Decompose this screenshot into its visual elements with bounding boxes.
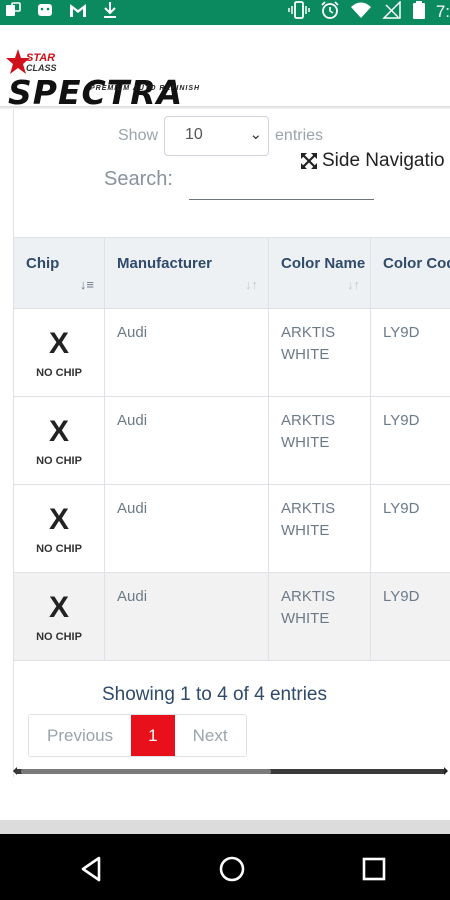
back-icon[interactable] <box>77 854 107 884</box>
footer-divider <box>0 820 450 834</box>
logo-header: STAR CLASS SPECTRA <box>0 25 450 111</box>
column-header-color-code[interactable]: Color Code ↓↑ <box>370 237 450 309</box>
column-header-chip[interactable]: Chip ↓≡ <box>13 237 105 309</box>
chevron-down-icon: ⌄ <box>249 126 263 143</box>
show-label: Show <box>118 127 159 144</box>
download-icon <box>102 1 118 24</box>
manufacturer-cell: Audi <box>104 572 269 661</box>
wifi-icon <box>350 1 372 24</box>
color-code-cell: LY9D <box>370 572 450 661</box>
color-table-wrapper: Chip ↓≡ Manufacturer ↓↑ Color Name ↓↑ Co… <box>13 237 450 662</box>
status-bar: 7: <box>0 0 450 25</box>
table-row[interactable]: X NO CHIP Audi ARKTIS WHITE LY9D <box>13 396 450 485</box>
chip-status: NO CHIP <box>36 543 82 555</box>
no-chip-icon: X <box>48 327 69 360</box>
color-name-cell: ARKTIS WHITE <box>268 484 371 573</box>
chip-status: NO CHIP <box>36 631 82 643</box>
column-header-manufacturer[interactable]: Manufacturer ↓↑ <box>104 237 269 309</box>
page-button-1[interactable]: 1 <box>131 715 175 756</box>
next-button[interactable]: Next <box>174 715 246 756</box>
brand-tagline: PREMIUM AUTO REFINISH <box>90 85 201 92</box>
pagination: Previous 1 Next <box>28 714 247 757</box>
chip-cell: X NO CHIP <box>13 484 105 573</box>
robot-icon <box>36 1 54 24</box>
no-chip-icon: X <box>48 591 69 624</box>
color-name-cell: ARKTIS WHITE <box>268 308 371 397</box>
scrollbar-thumb[interactable] <box>21 769 271 774</box>
alarm-icon <box>320 0 340 25</box>
entries-label: entries <box>275 127 324 144</box>
color-name-cell: ARKTIS WHITE <box>268 572 371 661</box>
vibrate-icon <box>288 0 310 24</box>
table-row[interactable]: X NO CHIP Audi ARKTIS WHITE LY9D <box>13 572 450 661</box>
search-label: Search: <box>104 168 173 190</box>
no-chip-icon: X <box>48 503 69 536</box>
sort-icon: ↓↑ <box>245 277 258 292</box>
chip-cell: X NO CHIP <box>13 308 105 397</box>
color-name-cell: ARKTIS WHITE <box>268 396 371 485</box>
brand-starclass: STAR CLASS <box>26 52 57 74</box>
table-header-row: Chip ↓≡ Manufacturer ↓↑ Color Name ↓↑ Co… <box>13 237 450 309</box>
column-header-color-name[interactable]: Color Name ↓↑ <box>268 237 371 309</box>
app-icon <box>4 1 22 24</box>
gmail-icon <box>68 1 88 24</box>
color-table: Chip ↓≡ Manufacturer ↓↑ Color Name ↓↑ Co… <box>13 237 450 661</box>
color-code-cell: LY9D <box>370 484 450 573</box>
recents-icon[interactable] <box>359 854 389 884</box>
home-icon[interactable] <box>217 854 247 884</box>
horizontal-scrollbar[interactable] <box>13 767 450 776</box>
color-code-cell: LY9D <box>370 396 450 485</box>
search-input[interactable] <box>189 166 374 200</box>
manufacturer-cell: Audi <box>104 484 269 573</box>
table-info: Showing 1 to 4 of 4 entries <box>102 684 327 705</box>
table-row[interactable]: X NO CHIP Audi ARKTIS WHITE LY9D <box>13 484 450 573</box>
page-length-select[interactable]: 10 ⌄ <box>164 116 270 156</box>
chip-cell: X NO CHIP <box>13 396 105 485</box>
sort-icon: ↓↑ <box>347 277 360 292</box>
chip-cell: X NO CHIP <box>13 572 105 661</box>
no-chip-icon: X <box>48 415 69 448</box>
chip-status: NO CHIP <box>36 455 82 467</box>
color-code-cell: LY9D <box>370 308 450 397</box>
system-navigation-bar <box>0 834 450 900</box>
manufacturer-cell: Audi <box>104 308 269 397</box>
battery-icon <box>412 0 426 25</box>
page-length-value: 10 <box>185 126 203 143</box>
sort-asc-icon: ↓≡ <box>79 277 94 292</box>
clock: 7: <box>435 2 450 21</box>
chip-status: NO CHIP <box>36 367 82 379</box>
manufacturer-cell: Audi <box>104 396 269 485</box>
table-row[interactable]: X NO CHIP Audi ARKTIS WHITE LY9D <box>13 308 450 397</box>
page-length-control: Show 10 ⌄ entries <box>118 116 323 156</box>
signal-off-icon <box>382 0 402 24</box>
scroll-right-arrow-icon[interactable] <box>444 767 448 775</box>
previous-button[interactable]: Previous <box>29 715 132 756</box>
